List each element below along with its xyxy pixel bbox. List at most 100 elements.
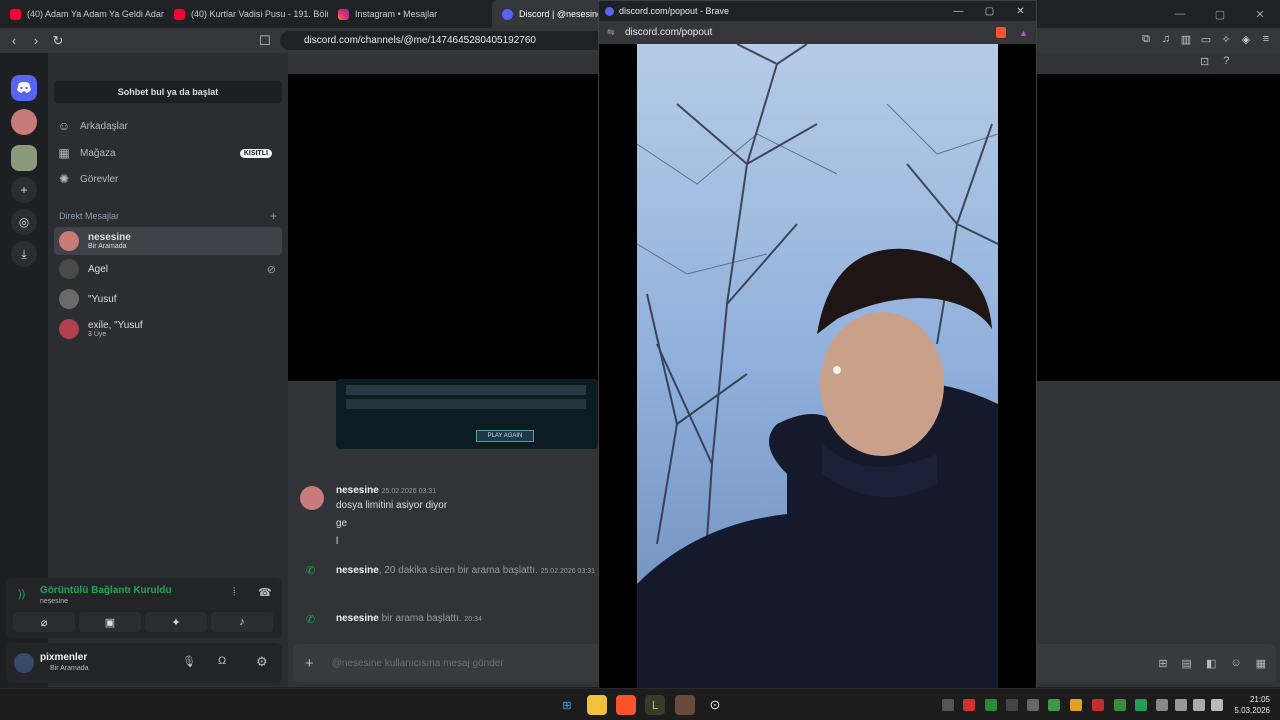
add-server-icon[interactable]: + bbox=[11, 177, 37, 203]
bookmark-icon[interactable]: ☐ bbox=[254, 30, 276, 52]
battery-icon[interactable] bbox=[1211, 699, 1223, 711]
steam-icon[interactable]: ⊙ bbox=[705, 695, 725, 715]
minimize-icon[interactable]: — bbox=[943, 1, 974, 21]
nav-shop[interactable]: ▦ Mağaza KISITLI bbox=[56, 141, 282, 165]
dm-name: "Yusuf bbox=[88, 293, 117, 305]
popout-address-bar: ⇋ discord.com/popout ▲ bbox=[599, 21, 1036, 44]
maximize-icon[interactable]: ▢ bbox=[1200, 0, 1240, 28]
server-avatar[interactable] bbox=[11, 109, 37, 135]
close-icon[interactable]: ✕ bbox=[1240, 0, 1280, 28]
settings-icon[interactable]: ⚙ bbox=[256, 654, 268, 670]
tray-icon[interactable] bbox=[1006, 699, 1018, 711]
explore-icon[interactable]: ◎ bbox=[11, 209, 37, 235]
screenshot-icon[interactable]: ⧉ bbox=[1138, 31, 1154, 47]
avatar[interactable] bbox=[14, 653, 34, 673]
noise-icon[interactable]: ⦙ bbox=[233, 586, 235, 599]
clock[interactable]: 21:05 5.03.2026 bbox=[1234, 694, 1270, 716]
microphone-icon[interactable] bbox=[1156, 699, 1168, 711]
windows-start-icon[interactable]: ⊞ bbox=[557, 695, 577, 715]
tray-icon[interactable] bbox=[942, 699, 954, 711]
popout-url: discord.com/popout bbox=[625, 27, 713, 38]
dm-item[interactable]: exile, "Yusuf 3 Üye bbox=[54, 315, 282, 343]
help-icon[interactable]: ? bbox=[1223, 55, 1229, 68]
brave-icon[interactable] bbox=[616, 695, 636, 715]
league-icon[interactable]: Ⅼ bbox=[645, 695, 665, 715]
back-icon[interactable]: ‹ bbox=[3, 30, 25, 52]
taskbar: ⊞ Ⅼ ⊙ 21:05 5.03.2026 bbox=[0, 688, 1280, 720]
dm-item[interactable]: "Yusuf bbox=[54, 285, 282, 313]
vpn-icon[interactable]: ◈ bbox=[1238, 31, 1254, 47]
tray-icon[interactable] bbox=[963, 699, 975, 711]
tray-icon[interactable] bbox=[1135, 699, 1147, 711]
brave-shield-icon[interactable] bbox=[996, 27, 1006, 38]
sidebar-icon[interactable]: ▥ bbox=[1178, 31, 1194, 47]
screen-share-button[interactable]: ▣ bbox=[79, 612, 141, 632]
dm-name: Agel bbox=[88, 263, 109, 275]
dm-item[interactable]: nesesine Bir Aramada bbox=[54, 227, 282, 255]
activities-button[interactable]: ✦ bbox=[145, 612, 207, 632]
browser-tab-3[interactable]: Instagram • Mesajlar bbox=[328, 0, 492, 28]
clock-date: 5.03.2026 bbox=[1234, 706, 1270, 715]
username: pixmenler bbox=[40, 652, 88, 663]
browser-tab-1[interactable]: (40) Adam Ya Adam Ya Geldi Adam bbox=[0, 0, 164, 28]
disconnect-icon[interactable]: ☎ bbox=[258, 586, 272, 599]
gift-icon[interactable]: ⊞ bbox=[1158, 657, 1167, 670]
avatar bbox=[59, 231, 79, 251]
maximize-icon[interactable]: ▢ bbox=[974, 1, 1005, 21]
tray-icon[interactable] bbox=[1070, 699, 1082, 711]
quests-icon: ✺ bbox=[58, 172, 70, 186]
wallet-icon[interactable]: ▭ bbox=[1198, 31, 1214, 47]
headphones-icon[interactable]: Ω bbox=[218, 655, 226, 667]
avatar bbox=[59, 259, 79, 279]
gif-icon[interactable]: ▤ bbox=[1182, 657, 1192, 670]
microphone-icon[interactable]: 🎙 bbox=[182, 655, 196, 668]
inbox-icon[interactable]: ⊡ bbox=[1200, 55, 1209, 68]
shop-icon: ▦ bbox=[58, 146, 70, 160]
dm-item[interactable]: Agel ⊘ bbox=[54, 255, 282, 283]
nav-quests[interactable]: ✺ Görevler bbox=[56, 167, 282, 191]
search-input[interactable]: Sohbet bul ya da başlat bbox=[54, 81, 282, 103]
url-input[interactable]: discord.com/channels/@me/147464528040519… bbox=[280, 31, 610, 50]
popout-titlebar: discord.com/popout - Brave — ▢ ✕ bbox=[599, 1, 1036, 21]
menu-icon[interactable]: ≡ bbox=[1258, 31, 1274, 47]
brave-rewards-icon[interactable]: ▲ bbox=[1019, 28, 1028, 38]
camera-off-button[interactable]: ⌀ bbox=[13, 612, 75, 632]
network-icon[interactable] bbox=[1175, 699, 1187, 711]
tray-icon[interactable] bbox=[1027, 699, 1039, 711]
avatar[interactable] bbox=[300, 486, 324, 510]
reload-icon[interactable]: ↻ bbox=[47, 30, 69, 52]
emoji-icon[interactable]: ☺ bbox=[1230, 657, 1241, 670]
download-icon[interactable]: ⤓ bbox=[11, 241, 37, 267]
app-icon[interactable] bbox=[675, 695, 695, 715]
minimize-icon[interactable]: — bbox=[1160, 0, 1200, 28]
tray-icon[interactable] bbox=[985, 699, 997, 711]
tray-icon[interactable] bbox=[1048, 699, 1060, 711]
soundboard-button[interactable]: ♪ bbox=[211, 612, 273, 632]
tray-icon[interactable] bbox=[1092, 699, 1104, 711]
file-explorer-icon[interactable] bbox=[587, 695, 607, 715]
message-author[interactable]: nesesine bbox=[336, 485, 379, 496]
tab-label: (40) Kurtlar Vadisi Pusu - 191. Bölüm bbox=[191, 9, 328, 19]
restricted-badge: KISITLI bbox=[239, 148, 272, 158]
server-avatar[interactable] bbox=[11, 145, 37, 171]
composer-placeholder: @nesesine kullanıcısına mesaj gönder bbox=[331, 657, 504, 669]
create-dm-icon[interactable]: + bbox=[270, 209, 277, 223]
forward-icon[interactable]: › bbox=[25, 30, 47, 52]
dm-name: exile, "Yusuf bbox=[88, 320, 143, 331]
video-feed bbox=[637, 44, 998, 688]
attach-plus-icon[interactable]: + bbox=[305, 655, 314, 672]
close-icon[interactable]: ✕ bbox=[1005, 1, 1036, 21]
site-settings-icon[interactable]: ⇋ bbox=[607, 27, 615, 38]
discord-home-icon[interactable] bbox=[11, 75, 37, 101]
nav-friends[interactable]: ☺ Arkadaşlar bbox=[56, 114, 282, 138]
browser-tab-2[interactable]: (40) Kurtlar Vadisi Pusu - 191. Bölüm bbox=[164, 0, 328, 28]
nav-label: Mağaza bbox=[80, 147, 116, 159]
volume-icon[interactable] bbox=[1193, 699, 1205, 711]
music-icon[interactable]: ♫ bbox=[1158, 31, 1174, 47]
apps-icon[interactable]: ▦ bbox=[1256, 657, 1266, 670]
ai-icon[interactable]: ✧ bbox=[1218, 31, 1234, 47]
sticker-icon[interactable]: ◧ bbox=[1206, 657, 1216, 670]
youtube-icon bbox=[174, 8, 185, 20]
dm-members: 3 Üye bbox=[88, 331, 107, 338]
tray-icon[interactable] bbox=[1114, 699, 1126, 711]
